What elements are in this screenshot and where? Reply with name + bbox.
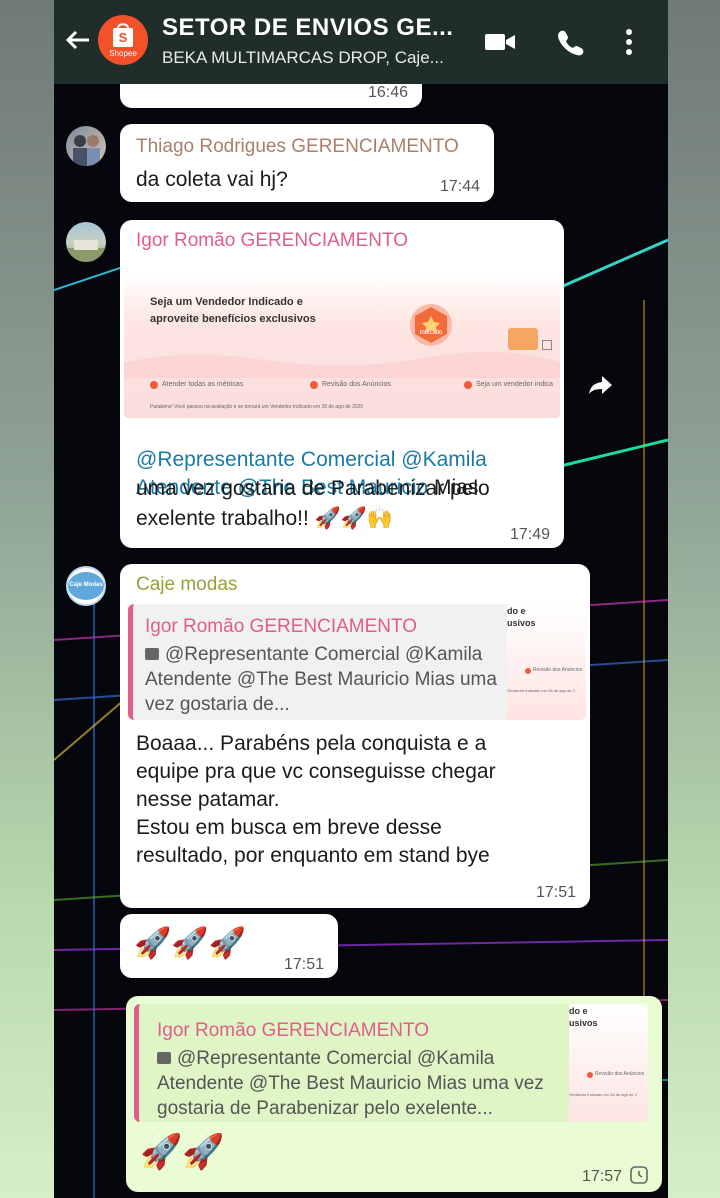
- step-label: Seja um vendedor indica: [476, 381, 554, 388]
- message-text: uma vez gostaria de Parabenizar pelo exe…: [136, 477, 490, 530]
- message-time: 17:49: [509, 526, 550, 543]
- message-time: 17:57: [581, 1168, 622, 1185]
- thumb-text: do e: [569, 1006, 588, 1016]
- message-bubble[interactable]: Caje modas Igor Romão GERENCIAMENTO @Rep…: [120, 564, 590, 908]
- group-avatar[interactable]: S Shopee: [98, 15, 148, 65]
- avatar-label: Shopee: [109, 49, 137, 58]
- message-time: 16:46: [367, 84, 408, 101]
- step-dot: [150, 381, 158, 389]
- preview-heading-line1: Seja um Vendedor Indicado e: [150, 296, 303, 308]
- thumb-text: Revisão dos Anúncios: [533, 667, 583, 673]
- step-dot: [310, 381, 318, 389]
- quote-text: @Representante Comercial @Kamila Atenden…: [145, 644, 497, 715]
- thumb-text: do e: [507, 606, 526, 616]
- thumb-text: usivos: [507, 618, 536, 628]
- preview-heading-line2: aproveite benefícios exclusivos: [150, 313, 316, 325]
- avatar[interactable]: [66, 126, 106, 166]
- chat-window: S Shopee SETOR DE ENVIOS GE... BEKA MULT…: [54, 0, 668, 1198]
- quote-sender: Igor Romão GERENCIAMENTO: [145, 616, 418, 637]
- preview-note: Parabéns! Você passou na avaliação e se …: [150, 404, 364, 410]
- quote-sender: Igor Romão GERENCIAMENTO: [157, 1020, 430, 1041]
- step-label: Revisão dos Anúncios: [322, 381, 391, 388]
- gift-box-icon: [508, 328, 538, 350]
- chat-subtitle[interactable]: BEKA MULTIMARCAS DROP, Caje...: [162, 48, 444, 68]
- message-bubble[interactable]: Thiago Rodrigues GERENCIAMENTO da coleta…: [120, 124, 494, 202]
- voice-call-icon[interactable]: [556, 28, 584, 61]
- chat-title[interactable]: SETOR DE ENVIOS GE...: [162, 14, 453, 42]
- image-attachment[interactable]: Seja um Vendedor Indicado e aproveite be…: [124, 258, 560, 418]
- quote-text: @Representante Comercial @Kamila Atenden…: [157, 1048, 544, 1119]
- thumb-text: Revisão dos Anúncios: [595, 1071, 645, 1077]
- emoji-message: 🚀🚀: [140, 1133, 225, 1171]
- message-text: da coleta vai hj?: [136, 168, 288, 191]
- step-dot: [587, 1072, 593, 1078]
- avatar-label: Caje Modas: [69, 582, 103, 588]
- emoji-message: 🚀🚀🚀: [134, 927, 247, 960]
- sender-name[interactable]: Caje modas: [136, 574, 237, 596]
- pending-clock-icon: [630, 1166, 648, 1189]
- message-bubble[interactable]: 🚀🚀🚀 17:51: [120, 914, 338, 978]
- message-time: 17:44: [439, 178, 480, 195]
- thumb-text: Vendedor Indicado em 28 de ago de 2: [507, 688, 575, 693]
- thumb-text: Vendedor Indicado em 28 de ago de 2: [569, 1092, 637, 1097]
- quoted-message[interactable]: Igor Romão GERENCIAMENTO @Representante …: [128, 604, 586, 720]
- avatar[interactable]: [66, 222, 106, 262]
- medal-icon: Indicado: [408, 302, 454, 348]
- step-dot: [464, 381, 472, 389]
- avatar[interactable]: Caje Modas: [66, 566, 106, 606]
- quoted-message[interactable]: Igor Romão GERENCIAMENTO @Representante …: [134, 1004, 648, 1122]
- forward-icon[interactable]: [588, 374, 614, 401]
- message-time: 17:51: [535, 884, 576, 901]
- avatar-letter: S: [118, 30, 128, 45]
- back-arrow-icon[interactable]: [64, 26, 94, 58]
- message-time: 17:51: [283, 956, 324, 973]
- step-dot: [525, 668, 531, 674]
- thumb-text: usivos: [569, 1018, 598, 1028]
- more-options-icon[interactable]: [624, 28, 634, 61]
- sender-name[interactable]: Thiago Rodrigues GERENCIAMENTO: [136, 136, 459, 158]
- outgoing-message-bubble[interactable]: Igor Romão GERENCIAMENTO @Representante …: [126, 996, 662, 1192]
- message-text: Boaaa... Parabéns pela conquista e a equ…: [136, 732, 496, 867]
- quote-thumbnail: do e usivos Revisão dos Anúncios Vendedo…: [507, 604, 586, 720]
- chat-header: S Shopee SETOR DE ENVIOS GE... BEKA MULT…: [54, 0, 668, 84]
- step-label: Atender todas as métricas: [162, 381, 244, 388]
- video-call-icon[interactable]: [484, 28, 516, 61]
- quote-thumbnail: do e usivos Revisão dos Anúncios Vendedo…: [569, 1004, 648, 1122]
- sender-name[interactable]: Igor Romão GERENCIAMENTO: [136, 230, 408, 252]
- badge-text: Indicado: [419, 330, 443, 336]
- message-bubble[interactable]: Igor Romão GERENCIAMENTO Seja um Vendedo…: [120, 220, 564, 548]
